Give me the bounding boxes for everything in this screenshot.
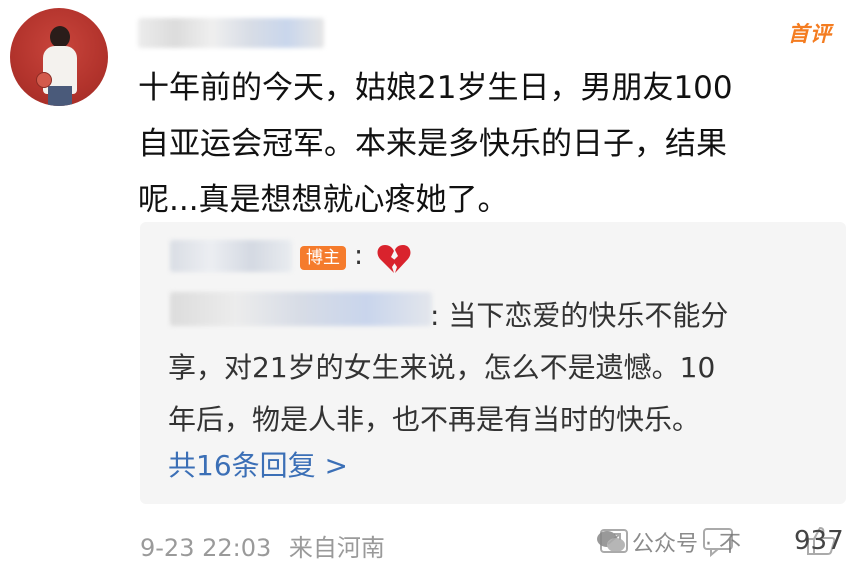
blurred-replier-name[interactable] bbox=[170, 240, 292, 272]
blurred-username[interactable] bbox=[138, 18, 324, 48]
comment-location: 来自河南 bbox=[288, 534, 385, 562]
comment-meta: 9-23 22:03 来自河南 bbox=[140, 528, 385, 563]
comment-line: 自亚运会冠军。本来是多快乐的日子，结果 bbox=[138, 126, 727, 162]
avatar-figure-legs bbox=[48, 86, 72, 106]
reply-line-text: : 当下恋爱的快乐不能分 bbox=[430, 299, 729, 332]
view-replies-link[interactable]: 共16条回复 > bbox=[168, 444, 348, 484]
watermark: 公众号 · 不 bbox=[596, 526, 741, 558]
first-comment-badge: 首评 bbox=[788, 22, 832, 46]
comment-timestamp: 9-23 22:03 bbox=[140, 534, 272, 562]
reply-line: 年后，物是人非，也不再是有当时的快乐。 bbox=[168, 403, 701, 436]
avatar-fan bbox=[36, 72, 52, 88]
broken-heart-icon bbox=[377, 245, 411, 273]
reply-body: : 当下恋爱的快乐不能分 享，对21岁的女生来说，怎么不是遗憾。10 年后，物是… bbox=[168, 290, 824, 446]
like-count: 937 bbox=[794, 526, 844, 556]
comment-line: 十年前的今天，姑娘21岁生日，男朋友100 bbox=[138, 70, 733, 106]
reply-thread[interactable]: 博主 : : 当下恋爱的快乐不能分 享，对21岁的女生来说，怎么不是遗憾。10 … bbox=[140, 222, 846, 504]
comment-body: 十年前的今天，姑娘21岁生日，男朋友100 自亚运会冠军。本来是多快乐的日子，结… bbox=[138, 60, 828, 228]
reply-line: 享，对21岁的女生来说，怎么不是遗憾。10 bbox=[168, 351, 716, 384]
watermark-text: 公众号 · 不 bbox=[632, 532, 741, 557]
wechat-logo-icon bbox=[597, 531, 625, 552]
comment-line: 呢...真是想想就心疼她了。 bbox=[138, 182, 509, 218]
user-avatar[interactable] bbox=[10, 8, 108, 106]
reply-colon: : bbox=[354, 240, 364, 271]
author-badge: 博主 bbox=[300, 246, 346, 270]
avatar-figure-head bbox=[50, 26, 70, 48]
reply-line: : 当下恋爱的快乐不能分 bbox=[168, 290, 824, 342]
